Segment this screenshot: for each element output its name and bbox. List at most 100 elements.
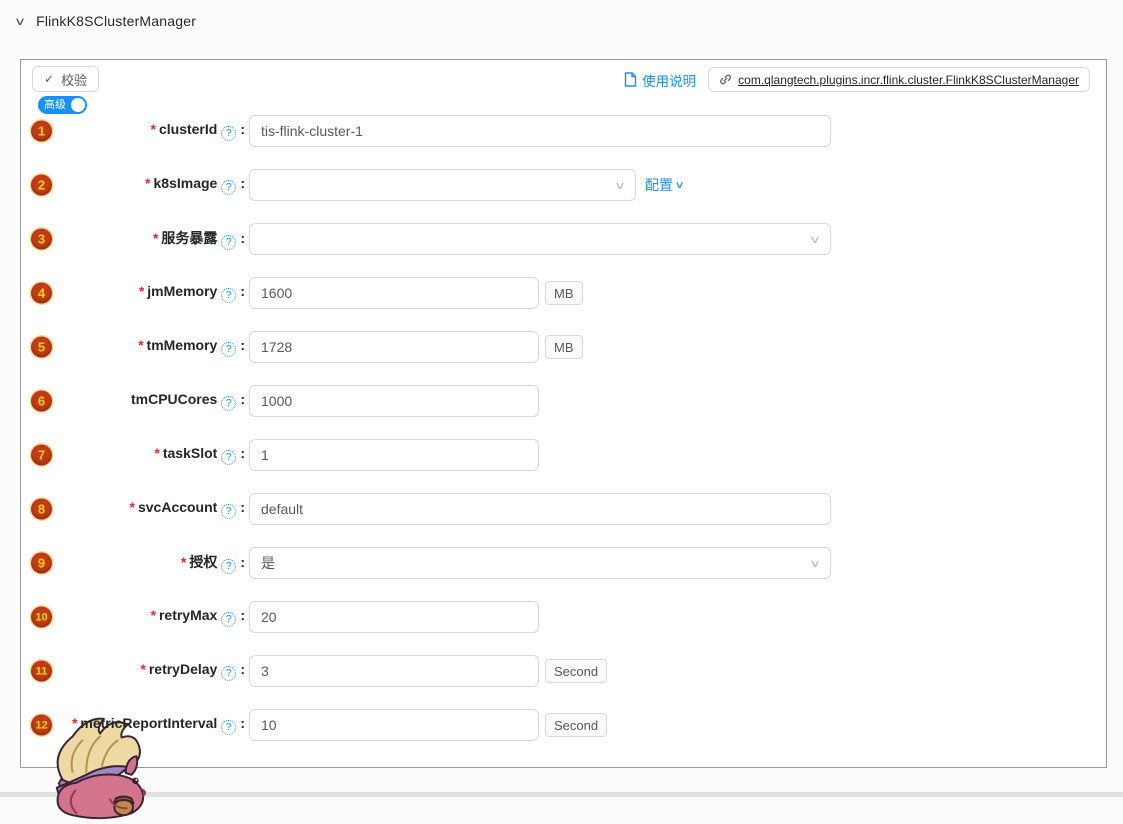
collapse-chevron-icon[interactable]: ∨ [14, 15, 26, 28]
label-colon: : [240, 230, 245, 246]
form-field-row: 5 *tmMemory?: 1728 MB [21, 320, 1106, 374]
field-label-cell: *tmMemory?: [21, 337, 245, 357]
field-label-cell: *retryDelay?: [21, 661, 245, 681]
field-input[interactable]: 10 [249, 709, 539, 741]
chevron-down-icon: ∨ [675, 180, 685, 191]
field-input[interactable]: 3 [249, 655, 539, 687]
label-colon: : [240, 607, 245, 623]
field-value: 1600 [261, 285, 292, 301]
label-colon: : [240, 499, 245, 515]
field-control-cell: ∨ [249, 223, 831, 255]
field-value: 1000 [261, 393, 292, 409]
label-colon: : [240, 283, 245, 299]
field-input[interactable]: 1728 [249, 331, 539, 363]
help-icon[interactable]: ? [221, 450, 236, 465]
field-label: tmMemory [147, 337, 218, 353]
help-icon[interactable]: ? [221, 504, 236, 519]
form-field-row: 6 tmCPUCores?: 1000 [21, 374, 1106, 428]
field-number-badge: 6 [31, 391, 52, 412]
field-number-badge: 2 [31, 175, 52, 196]
field-input[interactable]: default [249, 493, 831, 525]
help-icon[interactable]: ? [221, 235, 236, 250]
form-field-row: 12 *metricReportInterval?: 10 Second [21, 698, 1106, 752]
required-asterisk: * [145, 175, 150, 191]
form-field-row: 4 *jmMemory?: 1600 MB [21, 266, 1106, 320]
label-colon: : [240, 175, 245, 191]
config-link[interactable]: 配置 ∨ [645, 175, 683, 195]
field-number-badge: 10 [31, 607, 52, 628]
field-number-badge: 1 [31, 121, 52, 142]
field-value: 1728 [261, 339, 292, 355]
form-rows: 1 *clusterId?: tis-flink-cluster-1 2 *k8… [21, 104, 1106, 752]
field-input[interactable]: 是 ∨ [249, 547, 831, 579]
help-icon[interactable]: ? [221, 666, 236, 681]
chevron-down-icon: ∨ [809, 233, 821, 246]
field-number-badge: 4 [31, 283, 52, 304]
field-control-cell: 3 Second [249, 655, 607, 687]
field-label-cell: *授权?: [21, 552, 245, 574]
required-asterisk: * [154, 445, 159, 461]
field-input[interactable]: 1000 [249, 385, 539, 417]
help-icon[interactable]: ? [221, 180, 236, 195]
help-icon[interactable]: ? [221, 720, 236, 735]
field-input[interactable]: ∨ [249, 223, 831, 255]
field-control-cell: tis-flink-cluster-1 [249, 115, 831, 147]
field-value: 3 [261, 663, 269, 679]
help-icon[interactable]: ? [221, 126, 236, 141]
required-asterisk: * [130, 499, 135, 515]
unit-tag: Second [545, 659, 607, 683]
check-icon: ✓ [44, 72, 54, 86]
unit-tag: MB [545, 335, 583, 359]
help-icon[interactable]: ? [221, 559, 236, 574]
label-colon: : [240, 445, 245, 461]
usage-doc-label: 使用说明 [642, 70, 696, 90]
plugin-form-panel: ✓ 校验 高级 使用说明 com.qlangtech.plugins.incr.… [20, 59, 1107, 768]
field-label-cell: *metricReportInterval?: [21, 715, 245, 735]
field-input[interactable]: 1600 [249, 277, 539, 309]
field-control-cell: 1 [249, 439, 539, 471]
field-input[interactable]: tis-flink-cluster-1 [249, 115, 831, 147]
config-link-label: 配置 [645, 175, 673, 195]
form-field-row: 8 *svcAccount?: default [21, 482, 1106, 536]
plugin-class-name: com.qlangtech.plugins.incr.flink.cluster… [738, 73, 1079, 87]
help-icon[interactable]: ? [221, 612, 236, 627]
usage-doc-link[interactable]: 使用说明 [624, 70, 696, 90]
field-input[interactable]: 20 [249, 601, 539, 633]
field-control-cell: 20 [249, 601, 539, 633]
field-label: retryMax [159, 607, 217, 623]
help-icon[interactable]: ? [221, 288, 236, 303]
field-input[interactable]: ∨ [249, 169, 636, 201]
field-number-badge: 8 [31, 499, 52, 520]
validate-button[interactable]: ✓ 校验 [32, 66, 99, 92]
field-value: tis-flink-cluster-1 [261, 123, 363, 139]
form-field-row: 10 *retryMax?: 20 [21, 590, 1106, 644]
panel-top-right: 使用说明 com.qlangtech.plugins.incr.flink.cl… [624, 67, 1090, 92]
field-input[interactable]: 1 [249, 439, 539, 471]
field-label: tmCPUCores [131, 391, 217, 407]
field-label-cell: *jmMemory?: [21, 283, 245, 303]
field-value: 是 [261, 553, 275, 573]
help-icon[interactable]: ? [221, 396, 236, 411]
field-value: default [261, 501, 303, 517]
form-field-row: 2 *k8sImage?: ∨ 配置 ∨ [21, 158, 1106, 212]
plugin-class-link[interactable]: com.qlangtech.plugins.incr.flink.cluster… [708, 67, 1090, 92]
field-value: 10 [261, 717, 277, 733]
field-number-badge: 9 [31, 553, 52, 574]
page-title: FlinkK8SClusterManager [36, 13, 196, 29]
form-field-row: 1 *clusterId?: tis-flink-cluster-1 [21, 104, 1106, 158]
field-label: 授权 [189, 554, 217, 570]
field-value: 20 [261, 609, 277, 625]
required-asterisk: * [72, 715, 77, 731]
field-number-badge: 3 [31, 229, 52, 250]
required-asterisk: * [151, 607, 156, 623]
field-label-cell: *taskSlot?: [21, 445, 245, 465]
field-label: svcAccount [138, 499, 217, 515]
field-label: clusterId [159, 121, 217, 137]
required-asterisk: * [140, 661, 145, 677]
field-label-cell: *retryMax?: [21, 607, 245, 627]
unit-tag: Second [545, 713, 607, 737]
section-header[interactable]: ∨ FlinkK8SClusterManager [16, 13, 196, 29]
chevron-down-icon: ∨ [809, 557, 821, 570]
help-icon[interactable]: ? [221, 342, 236, 357]
field-label-cell: *k8sImage?: [21, 175, 245, 195]
